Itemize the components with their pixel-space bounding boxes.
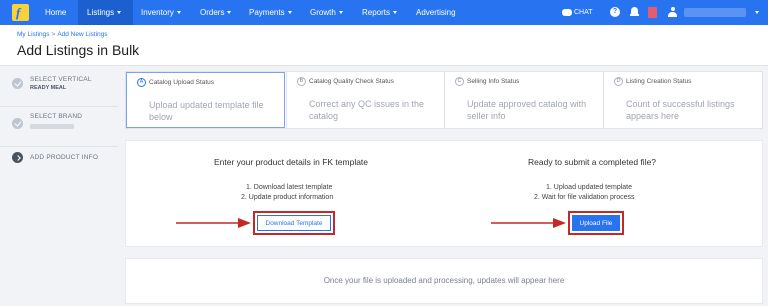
download-step-1: 1. Download latest template: [246, 184, 333, 191]
breadcrumb: My Listings > Add New Listings: [17, 31, 108, 38]
status-tabs: A Catalog Upload Status Upload updated te…: [125, 71, 763, 129]
download-template-button[interactable]: Download Template: [257, 215, 331, 231]
breadcrumb-add-new-listings[interactable]: Add New Listings: [57, 31, 107, 38]
user-name-redacted[interactable]: [684, 8, 746, 17]
flipkart-logo-icon[interactable]: f: [12, 4, 29, 21]
page-title: Add Listings in Bulk: [17, 42, 140, 58]
sidebar-steps: SELECT VERTICAL READY MEAL SELECT BRAND …: [0, 67, 118, 306]
download-section-title: Enter your product details in FK templat…: [214, 157, 369, 167]
help-icon[interactable]: ?: [610, 7, 620, 17]
nav-item-listings[interactable]: Listings: [78, 0, 133, 25]
tab-catalog-upload-status[interactable]: A Catalog Upload Status Upload updated te…: [126, 72, 285, 128]
red-arrow-icon: [491, 218, 566, 228]
brand-value-redacted: [30, 124, 74, 129]
bag-icon[interactable]: [648, 7, 657, 18]
arrow-right-circle-icon: [12, 152, 23, 163]
download-step-2: 2. Update product information: [241, 194, 334, 201]
chevron-down-icon: [227, 11, 232, 15]
upload-file-button[interactable]: Upload File: [572, 215, 620, 231]
chevron-down-icon: [287, 11, 292, 15]
chevron-right-icon: >: [51, 31, 56, 38]
chevron-down-icon: [117, 11, 122, 15]
sidebar-step-select-brand[interactable]: SELECT BRAND: [0, 107, 118, 147]
chat-button[interactable]: CHAT: [562, 6, 593, 19]
tab-listing-creation-status[interactable]: D Listing Creation Status Count of succes…: [603, 72, 762, 128]
sidebar-step-select-vertical[interactable]: SELECT VERTICAL READY MEAL: [0, 67, 118, 107]
nav-item-inventory[interactable]: Inventory: [141, 0, 181, 25]
nav-item-reports[interactable]: Reports: [362, 0, 398, 25]
red-arrow-icon: [176, 218, 251, 228]
nav-item-growth[interactable]: Growth: [310, 0, 343, 25]
chat-icon: [562, 8, 572, 16]
top-navigation-bar: f Home Listings Inventory Orders Payment…: [0, 0, 768, 25]
check-circle-icon: [12, 78, 23, 89]
chevron-down-icon: [176, 11, 181, 15]
tab-catalog-quality-check-status[interactable]: B Catalog Quality Check Status Correct an…: [286, 72, 443, 128]
nav-item-home[interactable]: Home: [36, 0, 76, 25]
page-header: My Listings > Add New Listings Add Listing…: [0, 25, 768, 66]
upload-step-2: 2. Wait for file validation process: [534, 194, 635, 201]
upload-section-title: Ready to submit a completed file?: [528, 157, 657, 167]
processing-notice-panel: Once your file is uploaded and processin…: [125, 258, 763, 304]
check-circle-icon: [12, 118, 23, 129]
nav-item-orders[interactable]: Orders: [200, 0, 232, 25]
upload-file-highlight: Upload File: [568, 211, 624, 235]
template-upload-panel: Enter your product details in FK templat…: [125, 140, 763, 247]
sidebar-step-add-product-info[interactable]: ADD PRODUCT INFO: [0, 147, 118, 187]
chevron-down-icon: [393, 11, 398, 15]
bell-icon[interactable]: [630, 7, 639, 17]
nav-item-payments[interactable]: Payments: [249, 0, 292, 25]
user-icon[interactable]: [668, 7, 677, 17]
download-template-highlight: Download Template: [253, 211, 335, 235]
chevron-down-icon: [338, 11, 343, 15]
breadcrumb-my-listings[interactable]: My Listings: [17, 31, 50, 38]
processing-notice-text: Once your file is uploaded and processin…: [323, 276, 565, 285]
nav-item-advertising[interactable]: Advertising: [416, 0, 456, 25]
chevron-down-icon[interactable]: [755, 11, 759, 14]
upload-step-1: 1. Upload updated template: [546, 184, 633, 191]
tab-selling-info-status[interactable]: C Selling Info Status Update approved cat…: [444, 72, 602, 128]
